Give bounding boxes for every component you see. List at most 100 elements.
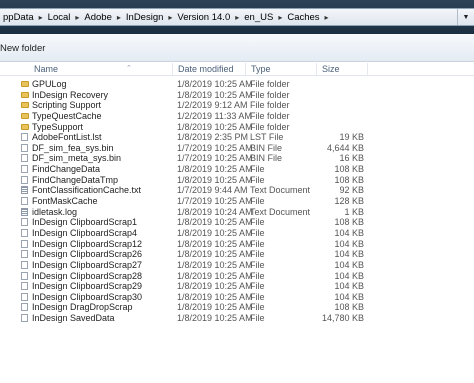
breadcrumb-separator-icon[interactable]: ▸: [276, 13, 284, 22]
file-type: File: [250, 249, 265, 260]
breadcrumb-separator-icon[interactable]: ▸: [115, 13, 123, 22]
file-icon: [21, 197, 29, 206]
file-date-modified: 1/8/2019 10:25 AM: [177, 238, 253, 249]
file-row[interactable]: InDesign Recovery 1/8/2019 10:25 AM File f…: [0, 90, 474, 101]
file-type: File folder: [250, 121, 290, 132]
file-row[interactable]: FindChangeDataTmp 1/8/2019 10:25 AM File 10…: [0, 175, 474, 186]
column-divider[interactable]: [316, 63, 317, 75]
file-type: Text Document: [250, 185, 311, 196]
file-date-modified: 1/8/2019 10:25 AM: [177, 281, 253, 292]
file-type: BIN File: [250, 153, 283, 164]
file-type: File: [250, 291, 265, 302]
file-size: 128 KB: [334, 196, 364, 207]
file-row[interactable]: TypeQuestCache 1/2/2019 11:33 AM File fold…: [0, 111, 474, 122]
breadcrumb-separator-icon[interactable]: ▸: [323, 13, 331, 22]
file-row[interactable]: FontClassificationCache.txt 1/7/2019 9:44…: [0, 185, 474, 196]
breadcrumb[interactable]: ppData ▸ Local ▸ Adobe ▸ InDesign ▸ Vers…: [0, 8, 474, 26]
folder-icon: [21, 101, 29, 109]
file-date-modified: 1/8/2019 10:25 AM: [177, 89, 253, 100]
breadcrumb-caches[interactable]: Caches: [284, 12, 322, 23]
file-row[interactable]: DF_sim_meta_sys.bin 1/7/2019 10:25 AM BIN …: [0, 153, 474, 164]
file-row[interactable]: idletask.log 1/8/2019 10:24 AM Text Docume…: [0, 207, 474, 218]
file-icon: [21, 314, 29, 323]
file-type: File folder: [250, 89, 290, 100]
file-size: 104 KB: [334, 281, 364, 292]
folder-icon: [21, 91, 29, 99]
file-row[interactable]: AdobeFontList.lst 1/8/2019 2:35 PM LST Fil…: [0, 132, 474, 143]
address-bar-frame: ppData ▸ Local ▸ Adobe ▸ InDesign ▸ Vers…: [0, 0, 474, 34]
file-row[interactable]: InDesign DragDropScrap 1/8/2019 10:25 AM F…: [0, 302, 474, 313]
file-row[interactable]: InDesign ClipboardScrap27 1/8/2019 10:25 …: [0, 260, 474, 271]
breadcrumb-version[interactable]: Version 14.0: [174, 12, 233, 23]
column-header-name[interactable]: Name: [34, 64, 58, 74]
file-name: InDesign ClipboardScrap28: [32, 270, 143, 281]
column-headers: ⌃ Name Date modified Type Size: [0, 62, 474, 76]
file-name: FontMaskCache: [32, 196, 98, 207]
file-row[interactable]: DF_sim_fea_sys.bin 1/7/2019 10:25 AM BIN F…: [0, 143, 474, 154]
breadcrumb-indesign[interactable]: InDesign: [123, 12, 167, 23]
file-icon: [21, 239, 29, 248]
file-row[interactable]: InDesign ClipboardScrap28 1/8/2019 10:25 …: [0, 271, 474, 282]
new-folder-button[interactable]: New folder: [0, 43, 45, 54]
file-row[interactable]: InDesign SavedData 1/8/2019 10:25 AM File 1…: [0, 313, 474, 324]
file-type: File: [250, 259, 265, 270]
column-divider[interactable]: [172, 63, 173, 75]
column-header-size[interactable]: Size: [322, 64, 340, 74]
breadcrumb-appdata[interactable]: ppData: [0, 12, 37, 23]
file-row[interactable]: FindChangeData 1/8/2019 10:25 AM File 108 K…: [0, 164, 474, 175]
file-name: GPULog: [32, 79, 67, 89]
file-date-modified: 1/7/2019 9:44 AM: [177, 185, 248, 196]
file-date-modified: 1/8/2019 10:25 AM: [177, 217, 253, 228]
column-header-type[interactable]: Type: [251, 64, 271, 74]
file-name: InDesign ClipboardScrap29: [32, 281, 143, 292]
file-row[interactable]: GPULog 1/8/2019 10:25 AM File folder: [0, 79, 474, 90]
file-row[interactable]: FontMaskCache 1/7/2019 10:25 AM File 128 KB: [0, 196, 474, 207]
address-dropdown-icon[interactable]: ▼: [457, 9, 474, 25]
file-size: 14,780 KB: [321, 313, 364, 324]
file-name: InDesign ClipboardScrap30: [32, 291, 143, 302]
breadcrumb-separator-icon[interactable]: ▸: [73, 13, 81, 22]
breadcrumb-separator-icon[interactable]: ▸: [166, 13, 174, 22]
folder-icon: [21, 112, 29, 120]
file-type: File: [250, 281, 265, 292]
file-size: 19 KB: [339, 132, 364, 143]
file-date-modified: 1/8/2019 2:35 PM: [177, 132, 249, 143]
breadcrumb-adobe[interactable]: Adobe: [81, 12, 114, 23]
file-date-modified: 1/8/2019 10:25 AM: [177, 259, 253, 270]
file-row[interactable]: InDesign ClipboardScrap26 1/8/2019 10:25 …: [0, 249, 474, 260]
file-date-modified: 1/8/2019 10:25 AM: [177, 291, 253, 302]
file-size: 4,644 KB: [326, 142, 364, 153]
file-row[interactable]: Scripting Support 1/2/2019 9:12 AM File fo…: [0, 100, 474, 111]
file-icon: [21, 133, 29, 142]
file-name: DF_sim_meta_sys.bin: [32, 153, 122, 164]
file-date-modified: 1/8/2019 10:25 AM: [177, 227, 253, 238]
file-row[interactable]: InDesign ClipboardScrap1 1/8/2019 10:25 A…: [0, 217, 474, 228]
file-type: File: [250, 270, 265, 281]
file-size: 108 KB: [334, 302, 364, 313]
file-size: 104 KB: [334, 291, 364, 302]
folder-icon: [21, 123, 29, 131]
column-divider[interactable]: [367, 63, 368, 75]
breadcrumb-local[interactable]: Local: [45, 12, 74, 23]
column-header-date[interactable]: Date modified: [178, 64, 234, 74]
breadcrumb-separator-icon[interactable]: ▸: [37, 13, 45, 22]
file-type: File: [250, 227, 265, 238]
breadcrumb-locale[interactable]: en_US: [241, 12, 276, 23]
file-date-modified: 1/8/2019 10:24 AM: [177, 206, 253, 217]
file-row[interactable]: TypeSupport 1/8/2019 10:25 AM File folder: [0, 122, 474, 133]
file-type: Text Document: [250, 206, 311, 217]
file-row[interactable]: InDesign ClipboardScrap29 1/8/2019 10:25 …: [0, 281, 474, 292]
folder-icon: [21, 80, 29, 88]
file-date-modified: 1/7/2019 10:25 AM: [177, 153, 253, 164]
breadcrumb-separator-icon[interactable]: ▸: [233, 13, 241, 22]
column-divider[interactable]: [245, 63, 246, 75]
file-type: File: [250, 302, 265, 313]
file-name: Scripting Support: [32, 100, 102, 111]
doc-icon: [21, 207, 29, 216]
file-row[interactable]: InDesign ClipboardScrap12 1/8/2019 10:25 …: [0, 239, 474, 250]
file-row[interactable]: InDesign ClipboardScrap4 1/8/2019 10:25 A…: [0, 228, 474, 239]
file-size: 92 KB: [339, 185, 364, 196]
file-row[interactable]: InDesign ClipboardScrap30 1/8/2019 10:25 …: [0, 292, 474, 303]
command-toolbar: New folder: [0, 34, 474, 62]
file-date-modified: 1/7/2019 10:25 AM: [177, 196, 253, 207]
